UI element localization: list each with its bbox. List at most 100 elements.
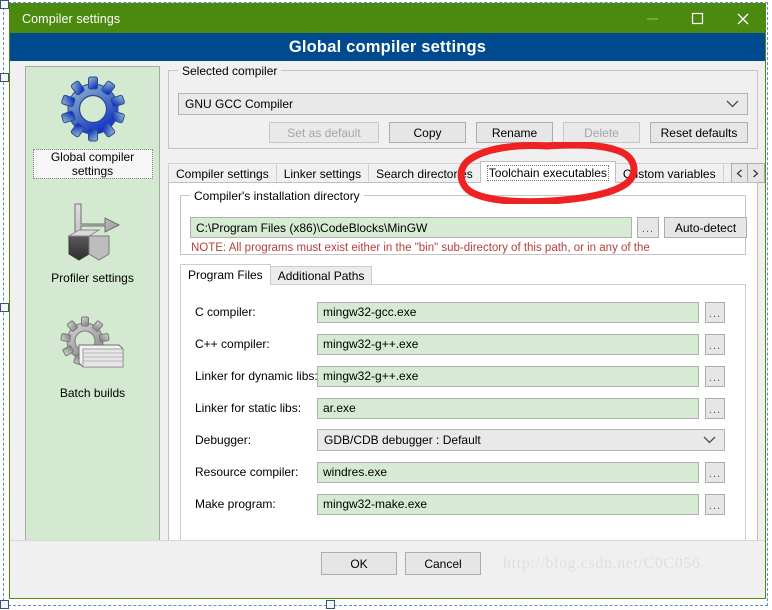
delete-button[interactable]: Delete: [563, 122, 640, 143]
dialog-footer: OK Cancel http://blog.csdn.net/C0C056: [10, 540, 765, 598]
minimize-icon[interactable]: [630, 4, 675, 33]
subtab-label: Program Files: [188, 268, 263, 282]
copy-button[interactable]: Copy: [389, 122, 466, 143]
dialog-body: Global compiler settings Profiler settin…: [10, 61, 765, 598]
installation-path-value: C:\Program Files (x86)\CodeBlocks\MinGW: [196, 220, 428, 235]
tab-label: Linker settings: [283, 166, 362, 181]
cpp-compiler-input[interactable]: mingw32-g++.exe: [317, 333, 699, 355]
settings-sidebar: Global compiler settings Profiler settin…: [25, 66, 160, 556]
linker-static-browse-button[interactable]: ...: [705, 397, 725, 419]
chevron-right-icon[interactable]: [747, 163, 765, 183]
field-row-c-compiler: C compiler: mingw32-gcc.exe ...: [181, 299, 747, 325]
linker-dynamic-input[interactable]: mingw32-g++.exe: [317, 365, 699, 387]
c-compiler-input[interactable]: mingw32-gcc.exe: [317, 301, 699, 323]
field-label: Make program:: [195, 497, 276, 511]
field-label: Resource compiler:: [195, 465, 299, 479]
marquee-handle-w1[interactable]: [0, 73, 9, 82]
rename-button[interactable]: Rename: [476, 122, 553, 143]
marquee-handle-w2[interactable]: [0, 303, 9, 312]
chevron-down-icon: [703, 430, 716, 450]
program-files-page: C compiler: mingw32-gcc.exe ... C++ comp…: [180, 284, 746, 544]
maximize-icon[interactable]: [675, 4, 720, 33]
field-row-cpp-compiler: C++ compiler: mingw32-g++.exe ...: [181, 331, 747, 357]
make-program-input[interactable]: mingw32-make.exe: [317, 493, 699, 515]
field-value: mingw32-make.exe: [323, 497, 428, 511]
window-titlebar: Compiler settings: [10, 4, 765, 33]
caliper-blocks-icon: [55, 196, 131, 268]
installation-directory-group: Compiler's installation directory C:\Pro…: [180, 189, 747, 255]
field-value: mingw32-g++.exe: [323, 337, 419, 351]
compiler-action-buttons: Set as default Copy Rename Delete Reset …: [178, 122, 748, 143]
cpp-compiler-browse-button[interactable]: ...: [705, 333, 725, 355]
tab-compiler-settings[interactable]: Compiler settings: [168, 163, 277, 183]
installation-directory-group-title: Compiler's installation directory: [190, 189, 364, 203]
compiler-select-value: GNU GCC Compiler: [185, 97, 294, 111]
toolchain-subtabs: Program Files Additional Paths: [180, 264, 746, 285]
sidebar-item-label: Profiler settings: [51, 271, 134, 285]
sidebar-item-batch-builds[interactable]: Batch builds: [26, 311, 159, 400]
tab-label: Toolchain executables: [486, 164, 609, 181]
sidebar-item-label: Batch builds: [59, 386, 126, 400]
field-value: GDB/CDB debugger : Default: [324, 433, 481, 447]
resource-compiler-input[interactable]: windres.exe: [317, 461, 699, 483]
selected-compiler-group-title: Selected compiler: [178, 64, 282, 78]
sidebar-item-profiler-settings[interactable]: Profiler settings: [26, 196, 159, 285]
compiler-settings-window: Compiler settings Global compiler settin…: [9, 3, 766, 599]
tab-search-directories[interactable]: Search directories: [368, 163, 481, 183]
sidebar-item-global-compiler-settings[interactable]: Global compiler settings: [26, 75, 159, 179]
field-value: ar.exe: [323, 401, 356, 415]
field-label: Linker for dynamic libs:: [195, 369, 318, 383]
chevron-left-icon[interactable]: [730, 163, 748, 183]
field-label: C++ compiler:: [195, 337, 270, 351]
tab-linker-settings[interactable]: Linker settings: [275, 163, 370, 183]
field-row-linker-dynamic: Linker for dynamic libs: mingw32-g++.exe…: [181, 363, 747, 389]
field-label: Debugger:: [195, 433, 252, 447]
close-icon[interactable]: [720, 4, 765, 33]
marquee-handle-s[interactable]: [326, 600, 335, 609]
gear-stack-icon: [55, 311, 131, 383]
sidebar-item-label: Global compiler settings: [32, 149, 153, 179]
field-value: mingw32-gcc.exe: [323, 305, 417, 319]
field-row-make-program: Make program: mingw32-make.exe ...: [181, 491, 747, 517]
tab-custom-variables[interactable]: Custom variables: [614, 163, 724, 183]
subtab-program-files[interactable]: Program Files: [180, 264, 271, 285]
debugger-select[interactable]: GDB/CDB debugger : Default: [317, 429, 725, 451]
field-value: windres.exe: [323, 465, 388, 479]
installation-path-browse-button[interactable]: ...: [637, 217, 659, 238]
marquee-handle-sw[interactable]: [0, 600, 9, 609]
ok-button[interactable]: OK: [321, 552, 397, 575]
auto-detect-button[interactable]: Auto-detect: [664, 217, 747, 238]
tab-toolchain-executables[interactable]: Toolchain executables: [479, 161, 616, 183]
field-row-linker-static: Linker for static libs: ar.exe ...: [181, 395, 747, 421]
installation-path-input[interactable]: C:\Program Files (x86)\CodeBlocks\MinGW: [190, 217, 632, 238]
reset-defaults-button[interactable]: Reset defaults: [650, 122, 748, 143]
blue-gear-icon: [55, 75, 131, 147]
field-row-resource-compiler: Resource compiler: windres.exe ...: [181, 459, 747, 485]
linker-dynamic-browse-button[interactable]: ...: [705, 365, 725, 387]
tab-label: Search directories: [376, 166, 473, 181]
cancel-button[interactable]: Cancel: [405, 552, 481, 575]
field-label: Linker for static libs:: [195, 401, 302, 415]
compiler-select[interactable]: GNU GCC Compiler: [178, 93, 748, 115]
resource-compiler-browse-button[interactable]: ...: [705, 461, 725, 483]
subtab-additional-paths[interactable]: Additional Paths: [269, 266, 373, 285]
field-label: C compiler:: [195, 305, 256, 319]
linker-static-input[interactable]: ar.exe: [317, 397, 699, 419]
tab-label: Compiler settings: [176, 166, 269, 181]
c-compiler-browse-button[interactable]: ...: [705, 301, 725, 323]
window-controls: [630, 4, 765, 33]
watermark-text: http://blog.csdn.net/C0C056: [503, 555, 701, 572]
set-as-default-button[interactable]: Set as default: [269, 122, 379, 143]
settings-right-pane: Selected compiler GNU GCC Compiler Set a…: [168, 64, 765, 556]
page-title: Global compiler settings: [10, 33, 765, 61]
tab-scroll-buttons: [730, 163, 765, 183]
settings-tabstrip: Compiler settings Linker settings Search…: [168, 161, 765, 183]
field-row-debugger: Debugger: GDB/CDB debugger : Default: [181, 427, 747, 453]
make-program-browse-button[interactable]: ...: [705, 493, 725, 515]
chevron-down-icon: [726, 94, 739, 114]
window-title: Compiler settings: [22, 11, 121, 26]
field-value: mingw32-g++.exe: [323, 369, 419, 383]
subtab-label: Additional Paths: [277, 269, 365, 283]
selected-compiler-group: Selected compiler GNU GCC Compiler Set a…: [168, 64, 758, 149]
marquee-handle-nw[interactable]: [0, 0, 9, 9]
